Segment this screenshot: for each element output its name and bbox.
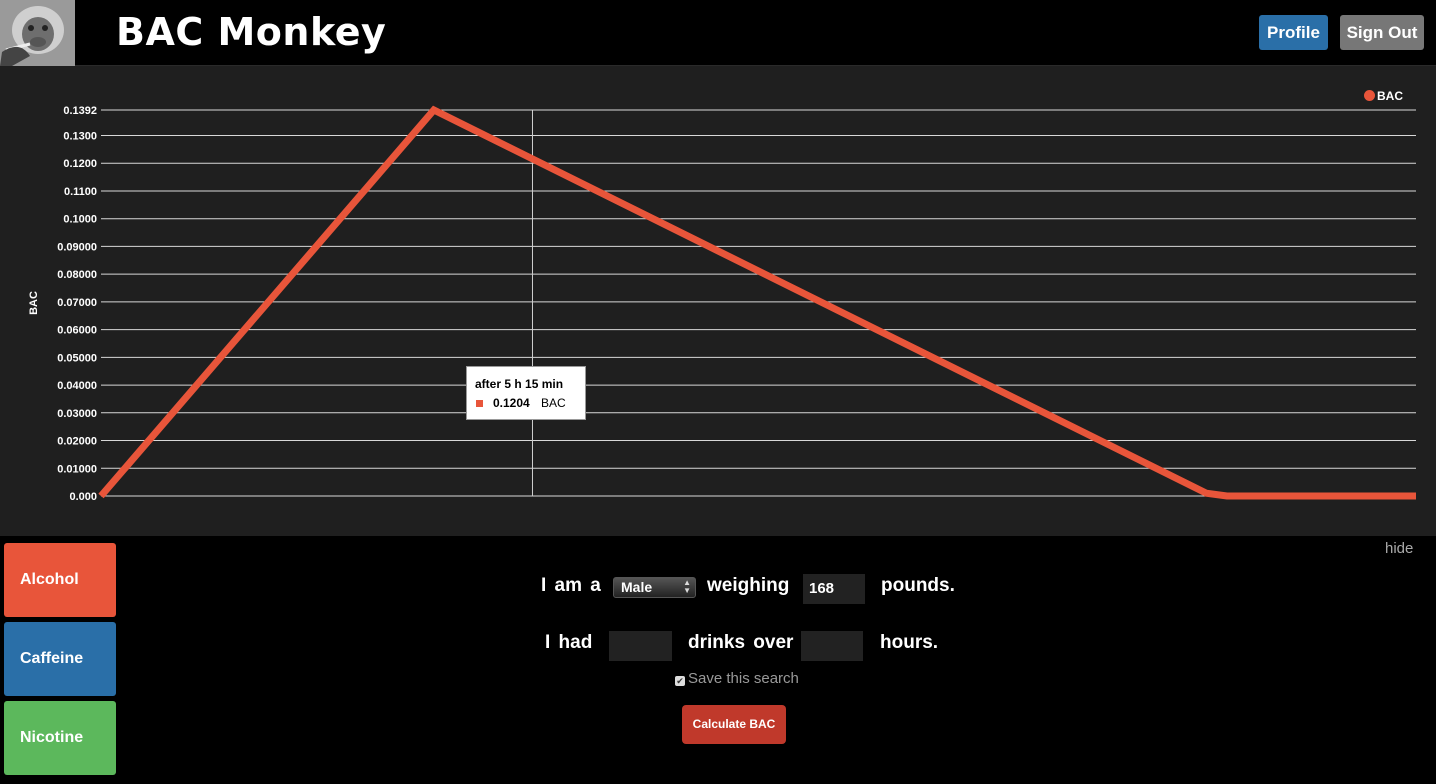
i-had-label: I had: [545, 632, 593, 653]
monkey-logo[interactable]: [0, 0, 75, 66]
chart-legend[interactable]: BAC: [1364, 89, 1403, 103]
y-tick-label: 0.1392: [63, 105, 97, 117]
tooltip-series: BAC: [541, 396, 566, 410]
save-search-row[interactable]: ✔ Save this search: [675, 670, 799, 687]
bac-series-line: [98, 105, 1416, 500]
calculate-bac-button[interactable]: Calculate BAC: [682, 705, 786, 744]
y-tick-label: 0.03000: [57, 408, 97, 420]
y-tick-label: 0.07000: [57, 297, 97, 309]
sign-out-button[interactable]: Sign Out: [1340, 15, 1424, 50]
gender-select[interactable]: Male ▲ ▼: [613, 577, 696, 598]
weight-input[interactable]: [803, 574, 865, 604]
hours-label: hours.: [880, 632, 939, 653]
select-arrows-icon: ▲ ▼: [683, 578, 691, 595]
hours-input[interactable]: [801, 631, 863, 661]
tab-caffeine[interactable]: Caffeine: [4, 622, 116, 696]
gender-value: Male: [621, 579, 653, 595]
save-search-label: Save this search: [688, 670, 799, 687]
pounds-label: pounds.: [881, 575, 955, 596]
weighing-label: weighing: [707, 575, 790, 596]
chart-plot: 0.000 0.01000 0.02000 0.03000 0.04000 0.05000…: [28, 105, 1416, 503]
y-tick-label: 0.1000: [63, 214, 97, 226]
header-bar: BAC Monkey Profile Sign Out: [0, 0, 1436, 66]
tab-nicotine[interactable]: Nicotine: [4, 701, 116, 775]
save-search-checkbox[interactable]: ✔: [675, 676, 685, 686]
y-tick-label: 0.1100: [64, 186, 97, 198]
legend-label: BAC: [1377, 89, 1403, 103]
y-tick-label: 0.1200: [63, 158, 97, 170]
tab-alcohol[interactable]: Alcohol: [4, 543, 116, 617]
drinks-over-label: drinks over: [688, 632, 794, 653]
drinks-input[interactable]: [609, 631, 672, 661]
y-axis-label: BAC: [28, 291, 40, 315]
profile-button[interactable]: Profile: [1259, 15, 1328, 50]
y-tick-label: 0.04000: [57, 380, 97, 392]
y-tick-label: 0.05000: [57, 352, 97, 364]
chart-tooltip: after 5 h 15 min 0.1204 BAC: [466, 366, 586, 420]
bac-chart[interactable]: 0.000 0.01000 0.02000 0.03000 0.04000 0.05000…: [0, 66, 1436, 536]
y-tick-label: 0.000: [69, 491, 97, 503]
y-tick-label: 0.02000: [57, 436, 97, 448]
y-tick-label: 0.09000: [57, 241, 97, 253]
legend-dot-icon: [1364, 90, 1375, 101]
tooltip-title: after 5 h 15 min: [475, 377, 564, 391]
tooltip-value: 0.1204: [493, 396, 530, 410]
tooltip-swatch-icon: [476, 400, 483, 407]
y-tick-label: 0.1300: [63, 131, 97, 143]
y-tick-label: 0.06000: [57, 325, 97, 337]
hide-link[interactable]: hide: [1385, 540, 1413, 557]
y-tick-label: 0.08000: [57, 269, 97, 281]
i-am-a-label: I am a: [541, 575, 601, 596]
y-tick-label: 0.01000: [57, 463, 97, 475]
app-title: BAC Monkey: [116, 10, 387, 54]
